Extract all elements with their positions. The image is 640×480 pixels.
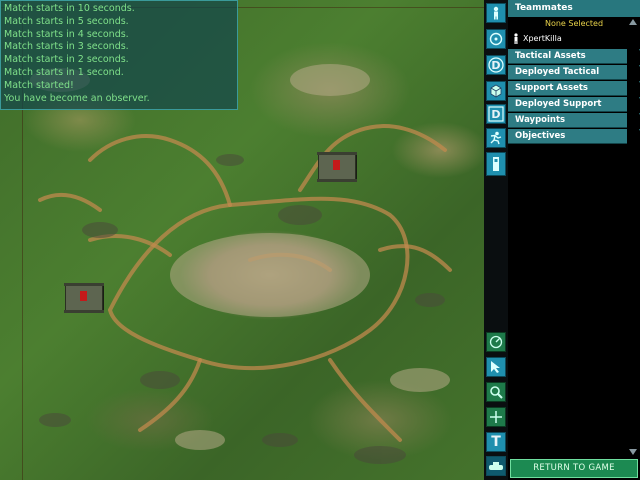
crosshair-icon[interactable] <box>486 407 506 427</box>
section-deployed-tactical[interactable]: Deployed Tactical <box>508 65 640 80</box>
panel-scrollbar[interactable] <box>627 17 639 457</box>
tank-unit[interactable] <box>317 152 357 182</box>
tower-icon[interactable] <box>486 152 506 176</box>
player-soldier-icon <box>514 33 518 44</box>
deploy-d2-label: D <box>491 107 501 121</box>
zoom-icon[interactable] <box>486 382 506 402</box>
text-t-icon[interactable]: T <box>486 432 506 452</box>
compass-icon[interactable] <box>486 29 506 49</box>
chat-line: You have become an observer. <box>4 92 150 104</box>
scroll-up-icon[interactable] <box>629 19 637 25</box>
chat-line: Match started! <box>4 79 74 91</box>
command-toolbar: D D T <box>484 0 508 480</box>
cube-icon[interactable] <box>486 81 506 101</box>
text-t-label: T <box>491 434 501 450</box>
unit-marker-icon <box>80 291 87 301</box>
deploy-d-label: D <box>491 58 501 72</box>
soldier-icon[interactable] <box>486 3 506 23</box>
scroll-down-icon[interactable] <box>629 449 637 455</box>
chat-line: Match starts in 4 seconds. <box>4 28 129 40</box>
section-tactical-assets[interactable]: Tactical Assets <box>508 49 640 64</box>
deploy-d2-icon[interactable]: D <box>486 104 506 124</box>
chat-line: Match starts in 3 seconds. <box>4 41 129 53</box>
tank-unit[interactable] <box>64 283 104 313</box>
chat-line: Match starts in 2 seconds. <box>4 54 129 66</box>
player-name: XpertKilla <box>523 34 562 43</box>
deploy-d-icon[interactable]: D <box>486 55 506 75</box>
section-deployed-support[interactable]: Deployed Support <box>508 97 640 112</box>
chat-log: Match starts in 10 seconds. Match starts… <box>0 0 238 110</box>
chat-line: Match starts in 5 seconds. <box>4 15 129 27</box>
pointer-icon[interactable] <box>486 357 506 377</box>
teammates-header: Teammates <box>508 0 640 17</box>
radar-icon[interactable] <box>486 332 506 352</box>
chat-line: Match starts in 1 second. <box>4 66 124 78</box>
chat-line: Match starts in 10 seconds. <box>4 3 135 14</box>
section-objectives[interactable]: Objectives <box>508 129 640 144</box>
section-waypoints[interactable]: Waypoints <box>508 113 640 128</box>
selection-status: None Selected <box>544 19 604 28</box>
tank-icon[interactable] <box>486 456 506 476</box>
return-to-game-button[interactable]: RETURN TO GAME <box>510 459 638 478</box>
unit-marker-icon <box>333 160 340 170</box>
player-entry[interactable]: XpertKilla <box>508 33 640 44</box>
teammates-panel: Teammates None Selected XpertKilla Tacti… <box>508 0 640 480</box>
sprint-icon[interactable] <box>486 128 506 148</box>
section-support-assets[interactable]: Support Assets <box>508 81 640 96</box>
